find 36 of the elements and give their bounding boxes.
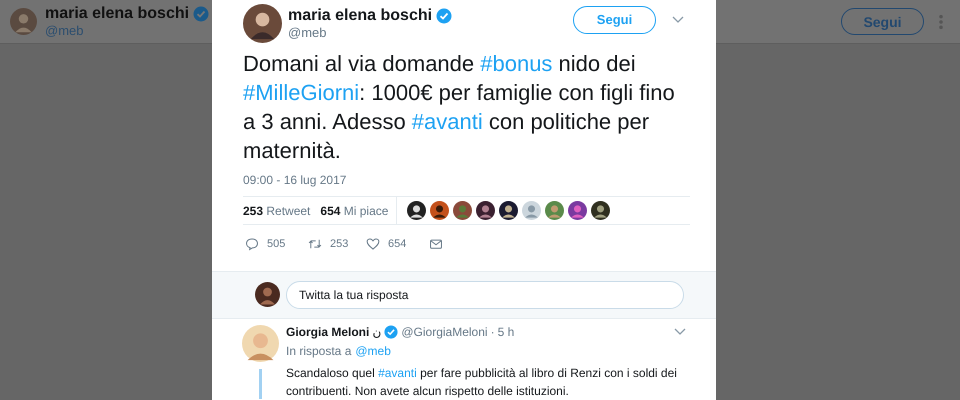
reply-time[interactable]: 5 h (498, 325, 514, 339)
reply-field[interactable]: Twitta la tua risposta (286, 280, 684, 309)
envelope-icon[interactable] (429, 236, 443, 250)
avatar (243, 4, 282, 43)
caret-icon[interactable] (672, 16, 684, 24)
tweet-timestamp: 09:00 - 16 lug 2017 (243, 173, 348, 187)
separator: · (490, 325, 495, 339)
action-count: 654 (388, 238, 406, 250)
reply-author-handle[interactable]: @GiorgiaMeloni (401, 325, 488, 339)
stat-link[interactable]: 253 Retweet (243, 204, 310, 218)
action-count: 253 (330, 238, 348, 250)
author-handle[interactable]: @meb (288, 25, 573, 40)
more-icon (938, 14, 944, 30)
name-suffix: ن (372, 325, 382, 339)
hashtag-link[interactable]: #bonus (480, 51, 552, 76)
avatar (242, 325, 278, 362)
heart-icon[interactable] (366, 236, 380, 250)
hashtag-link[interactable]: #avanti (412, 109, 483, 134)
reply-author-name[interactable]: Giorgia Meloni (286, 325, 370, 339)
caret-icon[interactable] (674, 328, 686, 336)
author-name[interactable]: maria elena boschi (288, 7, 432, 25)
avatar (255, 282, 280, 308)
in-reply-to-label: In risposta a (286, 344, 352, 358)
reply-text: Scandaloso quel #avanti per fare pubblicità al libro di Renzi con i soldi dei contribuenti. Non avete alcun rispetto delle istituzioni. (286, 365, 678, 400)
profile-name: maria elena boschi (45, 5, 190, 23)
stat-link[interactable]: 654 Mi piace (320, 204, 388, 218)
tweet-text: Domani al via domande #bonus nido dei #MilleGiorni: 1000€ per famiglie con figli fino a 3 anni. Adesso #avanti con politiche per maternità. (243, 50, 676, 165)
thread-line (258, 369, 262, 399)
avatar (10, 8, 37, 35)
profile-handle: @meb (45, 23, 84, 38)
follow-button[interactable]: Segui (573, 6, 656, 34)
mention-link[interactable]: @meb (355, 344, 391, 358)
reply-icon[interactable] (245, 236, 259, 250)
hashtag-link[interactable]: #MilleGiorni (243, 80, 360, 105)
hashtag-link[interactable]: #avanti (378, 366, 417, 380)
action-count: 505 (267, 238, 286, 250)
